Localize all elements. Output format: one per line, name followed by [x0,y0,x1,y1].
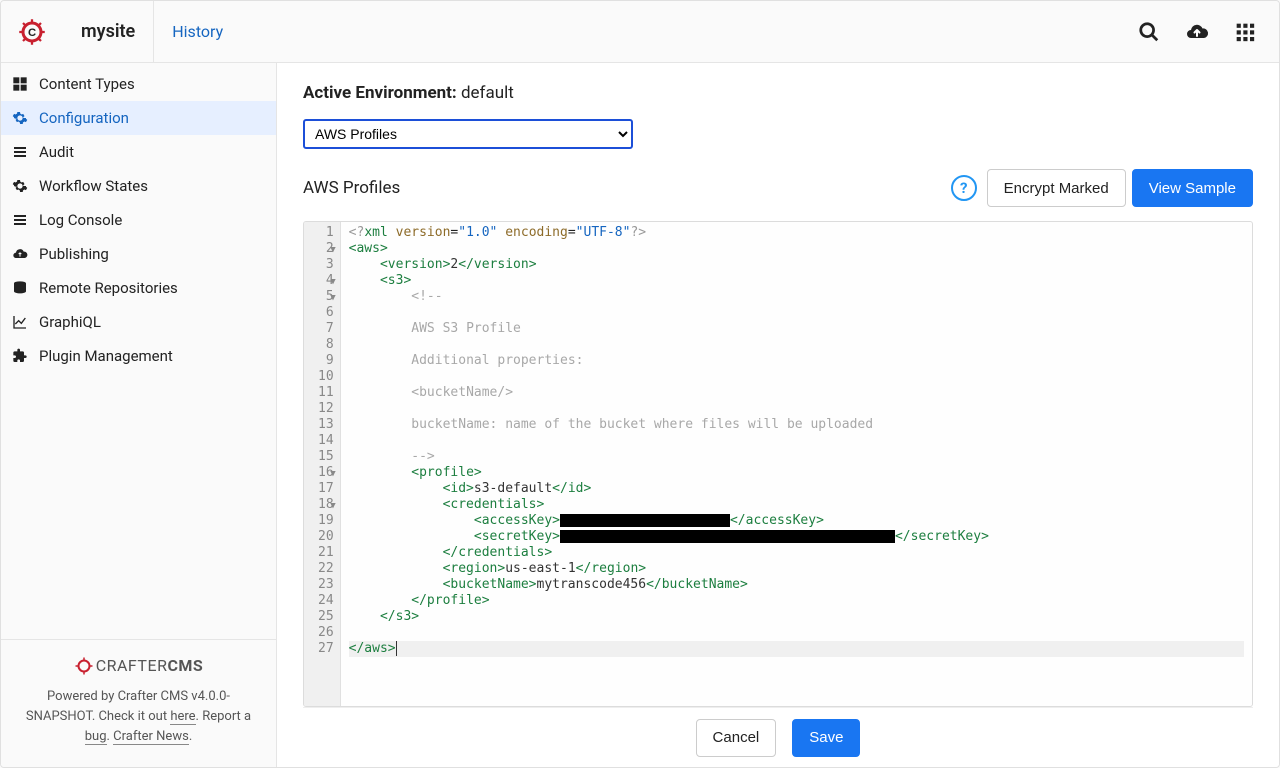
crafter-news-link[interactable]: Crafter News [113,729,189,745]
sidebar-item-log-console[interactable]: Log Console [1,203,276,237]
site-name[interactable]: mysite [63,1,154,62]
sidebar-item-plugin-management[interactable]: Plugin Management [1,339,276,373]
code-editor[interactable]: 12▼34▼5▼678910111213141516▼1718▼19202122… [303,221,1253,707]
history-link[interactable]: History [154,22,241,41]
cloud-up-icon[interactable] [1173,8,1221,56]
save-button[interactable]: Save [792,719,860,757]
sidebar-item-label: Audit [39,143,74,161]
sidebar-item-label: Plugin Management [39,347,173,365]
sidebar: Content Types Configuration Audit Workfl… [1,63,277,767]
cancel-button[interactable]: Cancel [696,719,777,757]
sidebar-item-configuration[interactable]: Configuration [1,101,276,135]
sidebar-footer: CRAFTERCMS Powered by Crafter CMS v4.0.0… [1,639,276,767]
grid-icon [11,76,29,92]
gear-icon [11,178,29,194]
top-header: C mysite History [1,1,1279,63]
sidebar-item-publishing[interactable]: Publishing [1,237,276,271]
svg-text:C: C [28,26,36,38]
sidebar-item-label: Content Types [39,75,135,93]
sidebar-item-label: Configuration [39,109,129,127]
bottom-bar: Cancel Save [303,707,1253,767]
sidebar-item-label: GraphiQL [39,313,101,331]
sidebar-item-workflow-states[interactable]: Workflow States [1,169,276,203]
active-environment: Active Environment: default [303,83,1253,103]
sidebar-item-content-types[interactable]: Content Types [1,67,276,101]
sidebar-item-graphiql[interactable]: GraphiQL [1,305,276,339]
gear-icon [11,110,29,126]
sidebar-item-audit[interactable]: Audit [1,135,276,169]
list-icon [11,212,29,228]
apps-grid-icon[interactable] [1221,8,1269,56]
sidebar-item-remote-repositories[interactable]: Remote Repositories [1,271,276,305]
bug-link[interactable]: bug [85,729,107,745]
help-icon[interactable]: ? [951,175,977,201]
cloud-up-icon [11,246,29,262]
search-icon[interactable] [1125,8,1173,56]
view-sample-button[interactable]: View Sample [1132,169,1253,207]
here-link[interactable]: here [170,709,195,725]
app-logo[interactable]: C [1,17,63,47]
section-title: AWS Profiles [303,178,400,198]
sidebar-item-label: Publishing [39,245,109,263]
sidebar-item-label: Log Console [39,211,122,229]
database-icon [11,280,29,296]
puzzle-icon [11,348,29,364]
list-icon [11,144,29,160]
chart-line-icon [11,314,29,330]
encrypt-marked-button[interactable]: Encrypt Marked [987,169,1126,207]
main-content: Active Environment: default AWS Profiles… [277,63,1279,767]
profile-select[interactable]: AWS Profiles [303,119,633,149]
sidebar-item-label: Remote Repositories [39,279,178,297]
crafter-logo: CRAFTERCMS [17,654,260,679]
sidebar-item-label: Workflow States [39,177,148,195]
